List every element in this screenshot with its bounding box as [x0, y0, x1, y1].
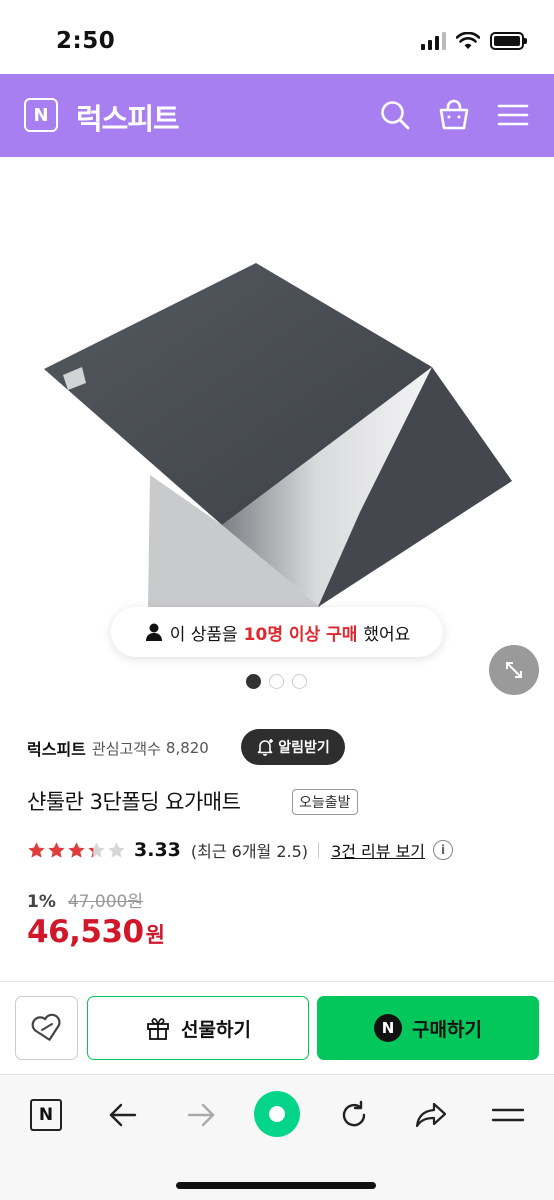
heart-icon	[31, 1013, 60, 1041]
status-time: 2:50	[56, 28, 116, 54]
back-button[interactable]	[101, 1093, 145, 1137]
menu-icon	[491, 1108, 525, 1122]
star-rating	[27, 841, 126, 860]
buy-bar: 선물하기 N 구매하기	[0, 982, 554, 1074]
store-header: N 럭스피트	[0, 74, 554, 157]
carousel-dot[interactable]	[292, 674, 307, 689]
carousel-indicator	[246, 674, 307, 689]
hamburger-menu-icon[interactable]	[496, 98, 530, 132]
currency-unit: 원	[145, 923, 165, 947]
notice-suffix: 했어요	[363, 624, 411, 645]
gift-button[interactable]: 선물하기	[87, 996, 309, 1060]
wifi-icon	[456, 32, 480, 49]
folded-yoga-mat-image	[44, 263, 512, 607]
buy-button[interactable]: N 구매하기	[317, 996, 539, 1060]
seller-row: 럭스피트 관심고객수 8,820	[27, 731, 209, 765]
reload-button[interactable]	[332, 1093, 376, 1137]
info-icon[interactable]: i	[433, 840, 454, 860]
alarm-subscribe-button[interactable]: 알림받기	[241, 729, 345, 765]
rating-row: 3.33 (최근 6개월 2.5) 3건 리뷰 보기 i	[27, 836, 454, 864]
discount-rate: 1%	[27, 892, 56, 912]
green-dot-button[interactable]	[254, 1091, 300, 1137]
person-icon	[145, 623, 162, 641]
review-link[interactable]: 3건 리뷰 보기	[331, 838, 425, 862]
divider	[318, 842, 320, 858]
star-icon	[48, 841, 65, 858]
purchase-count-notice: 이 상품을 10명 이상 구매 했어요	[111, 607, 443, 657]
browser-toolbar: N	[0, 1074, 554, 1200]
arrow-right-icon	[187, 1103, 215, 1127]
search-icon[interactable]	[378, 98, 412, 132]
final-price: 46,530 원	[27, 914, 165, 950]
recent-rating: (최근 6개월 2.5)	[190, 842, 309, 861]
buy-label: 구매하기	[412, 1018, 482, 1041]
arrow-left-icon	[109, 1103, 137, 1127]
star-icon	[68, 841, 85, 858]
naver-home-button[interactable]: N	[24, 1093, 68, 1137]
expand-image-button[interactable]	[489, 645, 539, 695]
fav-count-label: 관심고객수	[91, 739, 161, 758]
status-bar: 2:50	[0, 0, 554, 74]
status-icons	[421, 32, 527, 50]
product-title: 샨툴란 3단폴딩 요가매트	[27, 790, 241, 814]
bell-plus-icon	[257, 739, 274, 756]
star-icon	[88, 841, 105, 858]
final-price-value: 46,530	[27, 914, 144, 950]
expand-icon	[506, 662, 522, 678]
notice-highlight: 10명 이상 구매	[243, 624, 358, 645]
gift-label: 선물하기	[181, 1018, 251, 1041]
gift-icon	[147, 1018, 169, 1040]
carousel-dot[interactable]	[246, 674, 261, 689]
product-image-gallery[interactable]: 이 상품을 10명 이상 구매 했어요	[0, 157, 554, 697]
carousel-dot[interactable]	[269, 674, 284, 689]
rating-value: 3.33	[134, 839, 181, 861]
brand-name[interactable]: 럭스피트	[76, 96, 180, 138]
share-button[interactable]	[409, 1093, 453, 1137]
reload-icon	[342, 1100, 366, 1127]
forward-button[interactable]	[179, 1093, 223, 1137]
fav-count: 8,820	[165, 739, 209, 757]
naver-pay-icon: N	[374, 1014, 403, 1042]
notice-prefix: 이 상품을	[169, 624, 238, 645]
original-price: 47,000원	[67, 892, 143, 912]
seller-name[interactable]: 럭스피트	[27, 736, 86, 760]
shopping-bag-icon[interactable]	[437, 98, 471, 132]
naver-logo-icon[interactable]: N	[24, 98, 58, 132]
star-icon	[28, 841, 45, 858]
today-shipping-badge: 오늘출발	[292, 789, 358, 815]
battery-icon	[490, 32, 527, 50]
signal-icon	[421, 32, 446, 50]
star-icon	[108, 841, 125, 858]
discount-row: 1% 47,000원	[27, 887, 143, 912]
menu-button[interactable]	[486, 1093, 530, 1137]
home-indicator	[176, 1182, 376, 1189]
alarm-label: 알림받기	[278, 740, 330, 756]
wishlist-button[interactable]	[15, 996, 78, 1060]
naver-n-icon: N	[30, 1099, 62, 1131]
share-icon	[415, 1102, 447, 1128]
